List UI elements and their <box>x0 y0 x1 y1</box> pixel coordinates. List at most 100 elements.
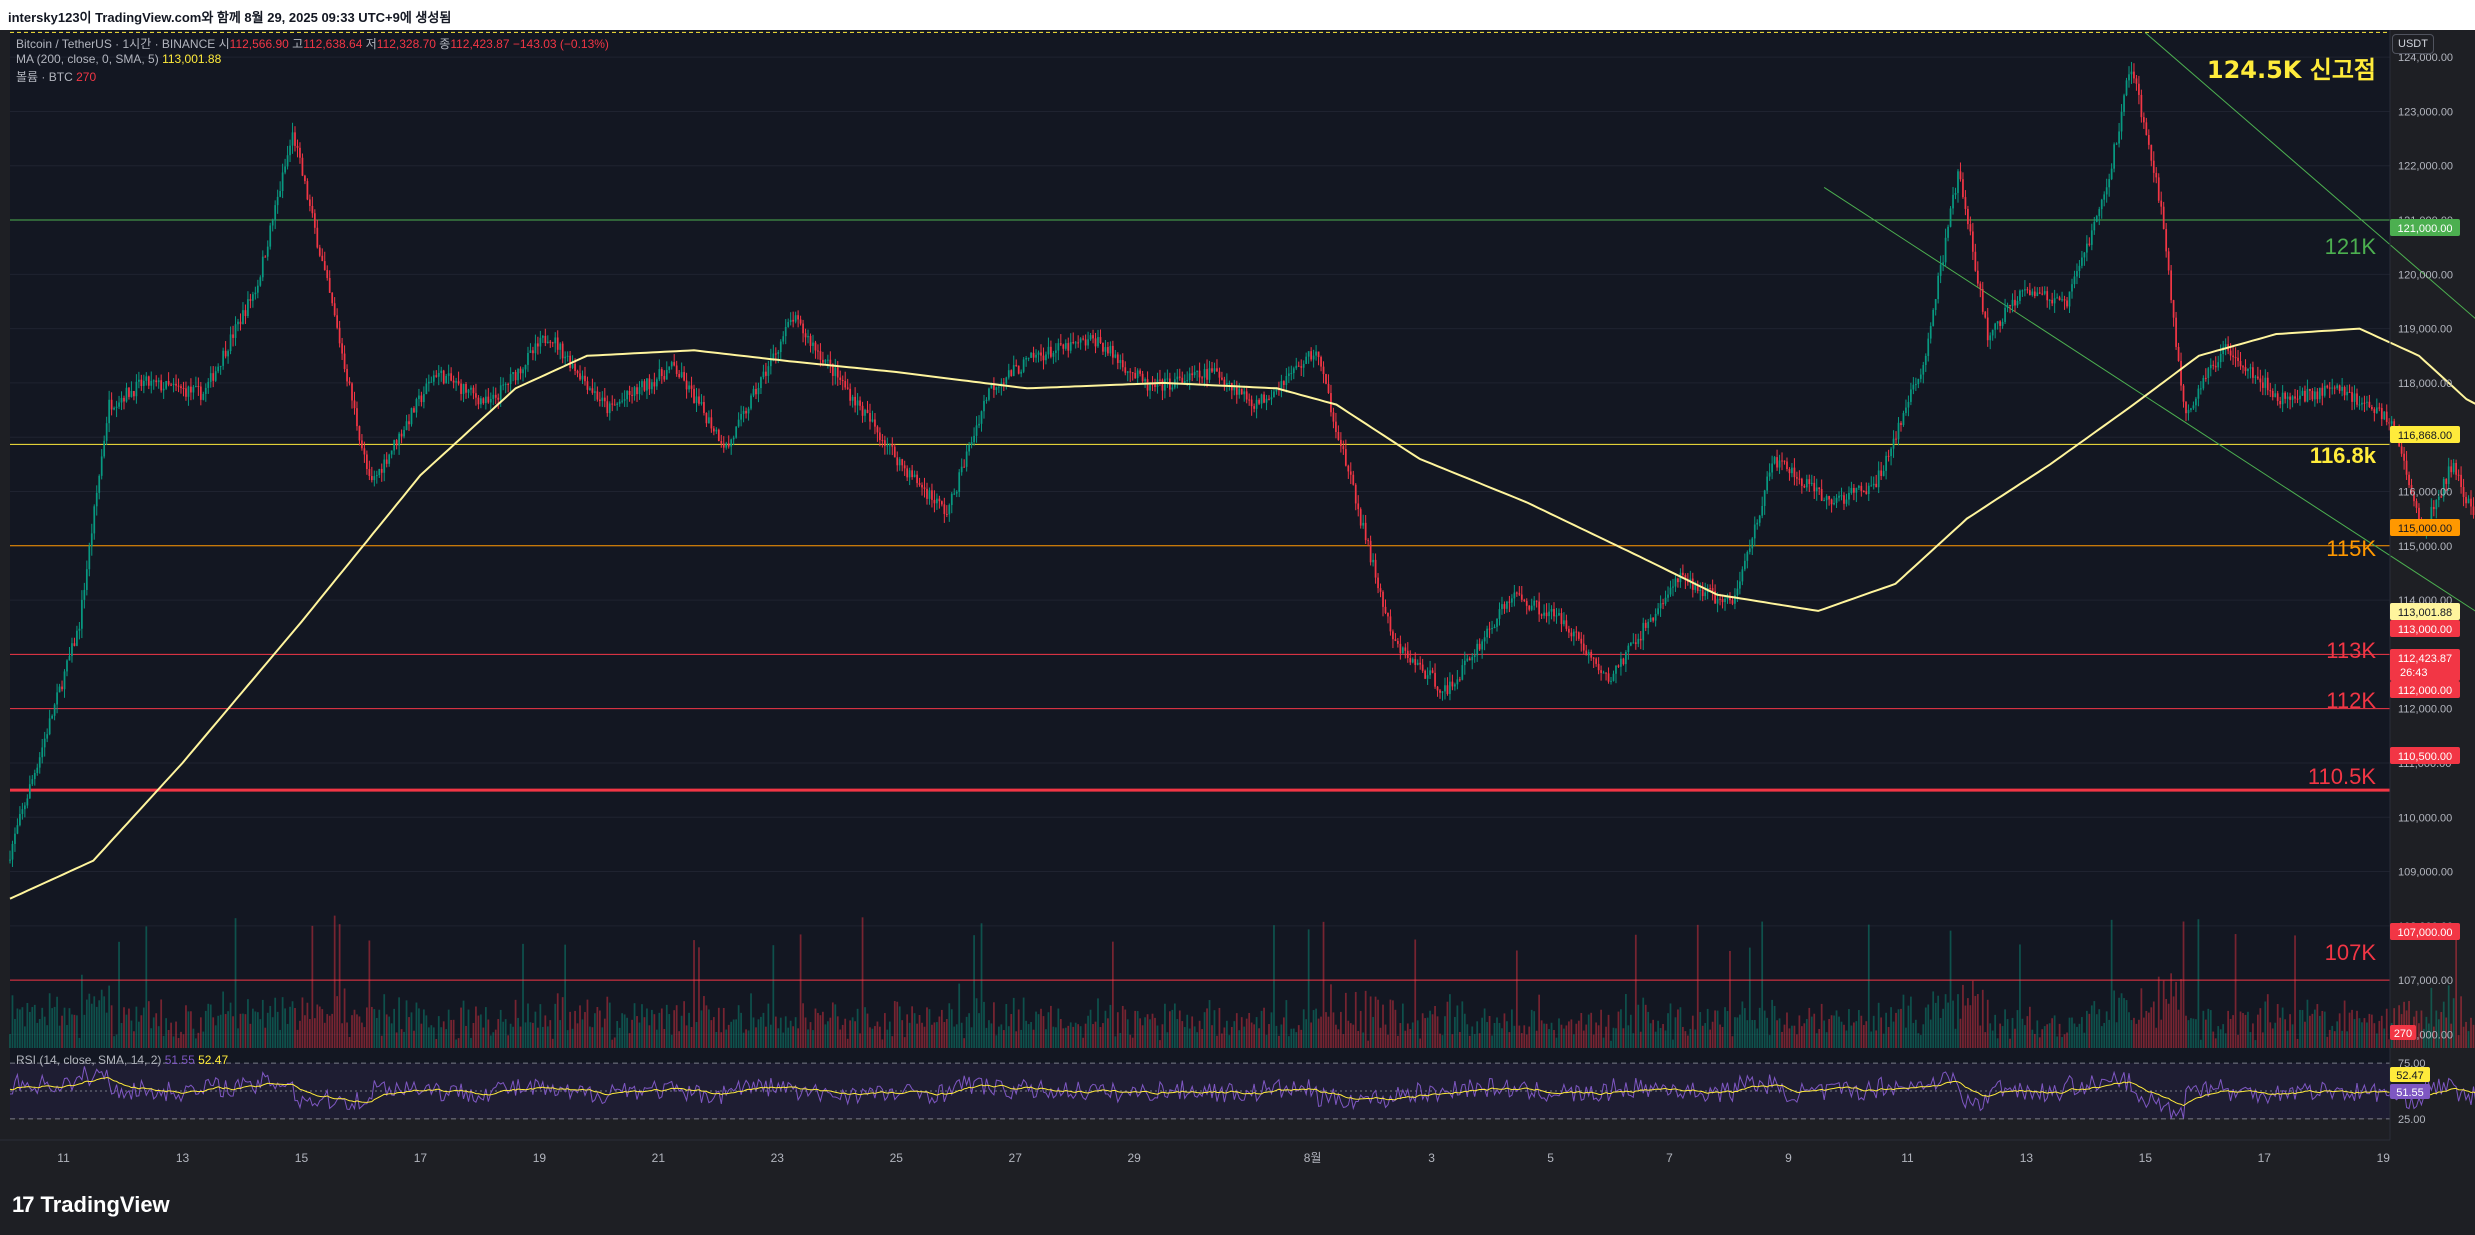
volume-bar <box>1748 947 1751 1048</box>
candle-body <box>130 391 133 397</box>
candle-body <box>1216 368 1218 372</box>
candle-body <box>420 395 423 403</box>
volume-bar <box>1473 1034 1476 1048</box>
candle-body <box>1072 342 1075 344</box>
volume-bar <box>539 1004 542 1048</box>
volume-bar <box>2214 1038 2217 1048</box>
volume-bar <box>1540 1020 1543 1048</box>
volume-bar <box>1595 1022 1598 1048</box>
candle-body <box>1488 628 1491 630</box>
volume-bar <box>2073 1023 2076 1048</box>
volume-bar <box>1221 1033 1223 1048</box>
candle-body <box>1927 338 1930 356</box>
candle-body <box>1218 371 1221 378</box>
candle-body <box>1025 357 1027 360</box>
candle-body <box>1392 631 1394 640</box>
candle-body <box>1932 309 1935 327</box>
candle-body <box>1344 449 1347 466</box>
candle-body <box>1181 377 1184 383</box>
volume-bar <box>700 1010 703 1048</box>
candle-body <box>1287 373 1290 377</box>
candle-body <box>11 843 14 860</box>
volume-bar <box>2118 997 2120 1048</box>
volume-bar <box>836 1016 839 1048</box>
candle-body <box>621 400 624 402</box>
candle-body <box>936 498 938 504</box>
volume-bar <box>673 1010 676 1048</box>
volume-bar <box>1914 1019 1917 1048</box>
volume-bar <box>1563 1028 1565 1048</box>
legend-volume-row[interactable]: 볼륨 · BTC 270 <box>16 68 96 85</box>
candle-body <box>2081 257 2083 266</box>
candle-body <box>58 686 61 693</box>
candle-body <box>1845 499 1848 504</box>
volume-bar <box>2284 1019 2286 1048</box>
volume-bar <box>1116 1012 1119 1048</box>
candle-body <box>1853 487 1855 493</box>
volume-bar <box>2177 1009 2180 1048</box>
volume-bar <box>202 1031 205 1048</box>
candle-body <box>1245 391 1248 400</box>
candle-body <box>1384 606 1387 613</box>
volume-bar <box>2353 1019 2356 1048</box>
candle-body <box>9 859 11 861</box>
candle-body <box>1895 438 1897 440</box>
volume-bar <box>537 1027 539 1048</box>
volume-bar <box>1394 1009 1397 1048</box>
volume-bar <box>643 1017 646 1048</box>
volume-bar <box>2175 981 2177 1048</box>
legend-rsi-row[interactable]: RSI (14, close, SMA, 14, 2) 51.55 52.47 <box>16 1053 228 1067</box>
candle-body <box>695 396 698 403</box>
volume-bar <box>2128 1012 2130 1048</box>
candle-body <box>978 423 980 426</box>
volume-bar <box>532 1022 534 1048</box>
candle-body <box>63 671 66 690</box>
candle-body <box>2291 396 2294 400</box>
volume-bar <box>1927 1004 1930 1048</box>
candle-body <box>2432 506 2435 510</box>
tradingview-logo[interactable]: 17 TradingView <box>12 1192 170 1218</box>
candle-body <box>212 373 215 381</box>
candle-body <box>2090 230 2093 245</box>
legend-ma-row[interactable]: MA (200, close, 0, SMA, 5) 113,001.88 <box>16 52 221 66</box>
candle-body <box>1620 658 1622 667</box>
candle-body <box>1032 352 1035 358</box>
candle-body <box>2309 388 2311 391</box>
currency-button[interactable]: USDT <box>2392 34 2434 54</box>
volume-bar <box>1186 1014 1189 1048</box>
candle-body <box>747 408 750 414</box>
volume-bar <box>2195 1019 2197 1048</box>
chart-canvas[interactable]: 75.0025.00 106,000.00107,000.00108,000.0… <box>0 30 2475 1180</box>
price-tick-label: 119,000.00 <box>2398 324 2452 336</box>
volume-bar <box>829 1017 832 1048</box>
candle-body <box>760 377 762 389</box>
candle-body <box>581 375 584 380</box>
volume-bar <box>2180 979 2182 1048</box>
candle-body <box>2105 187 2108 195</box>
candle-body <box>1910 389 1912 402</box>
candle-body <box>804 333 807 338</box>
volume-bar <box>2063 1034 2066 1048</box>
volume-bar <box>1625 994 1627 1048</box>
volume-bar <box>2081 1017 2083 1048</box>
time-tick-label: 17 <box>2258 1151 2272 1165</box>
candle-body <box>2011 299 2014 307</box>
candle-body <box>844 381 847 388</box>
candle-body <box>71 643 73 656</box>
volume-bar <box>1974 995 1977 1048</box>
volume-bar <box>16 1008 19 1048</box>
volume-bar <box>1486 1022 1488 1048</box>
volume-bar <box>517 1017 519 1048</box>
candle-body <box>2257 376 2259 379</box>
volume-bar <box>683 1001 685 1048</box>
volume-bar <box>2291 1024 2294 1048</box>
candle-body <box>1999 321 2001 326</box>
legend-symbol[interactable]: Bitcoin / TetherUS · 1시간 · BINANCE <box>16 37 215 51</box>
volume-bar <box>680 1015 683 1048</box>
volume-bar <box>2383 1028 2386 1048</box>
candle-body <box>1600 670 1602 673</box>
volume-bar <box>100 989 103 1048</box>
volume-bar <box>807 1029 809 1048</box>
plot-area[interactable] <box>10 30 2390 1118</box>
candle-body <box>393 440 396 451</box>
